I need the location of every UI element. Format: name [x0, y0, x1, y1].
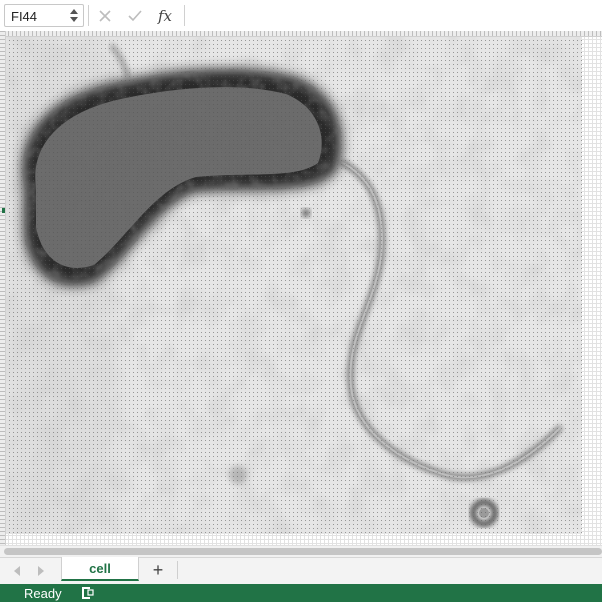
status-text: Ready [24, 586, 62, 601]
macro-recording-icon[interactable] [79, 586, 95, 600]
close-icon[interactable] [95, 6, 115, 26]
sheet-tab-bar: cell + [0, 557, 602, 585]
next-sheet-icon[interactable] [38, 566, 44, 576]
formula-bar-divider [184, 5, 185, 26]
formula-bar-divider [88, 5, 89, 26]
cell-pixel-image[interactable] [6, 37, 582, 534]
active-row-indicator [2, 208, 5, 213]
fx-icon: fx [157, 7, 172, 25]
formula-bar: FI44 fx [0, 0, 602, 32]
add-sheet-button[interactable]: + [148, 560, 168, 580]
name-box-stepper-icon[interactable] [70, 7, 78, 24]
formula-input[interactable] [186, 4, 602, 27]
previous-sheet-icon[interactable] [14, 566, 20, 576]
sheet-tab-cell[interactable]: cell [61, 557, 139, 581]
name-box-value: FI44 [11, 9, 38, 24]
worksheet-grid[interactable] [0, 31, 602, 545]
name-box[interactable]: FI44 [4, 4, 84, 27]
scrollbar-thumb[interactable] [4, 548, 602, 555]
tab-divider [177, 561, 178, 579]
check-icon[interactable] [125, 6, 145, 26]
insert-function-button[interactable]: fx [155, 6, 175, 26]
status-bar: Ready [0, 584, 602, 602]
bacterium-micrograph-icon [6, 37, 582, 534]
